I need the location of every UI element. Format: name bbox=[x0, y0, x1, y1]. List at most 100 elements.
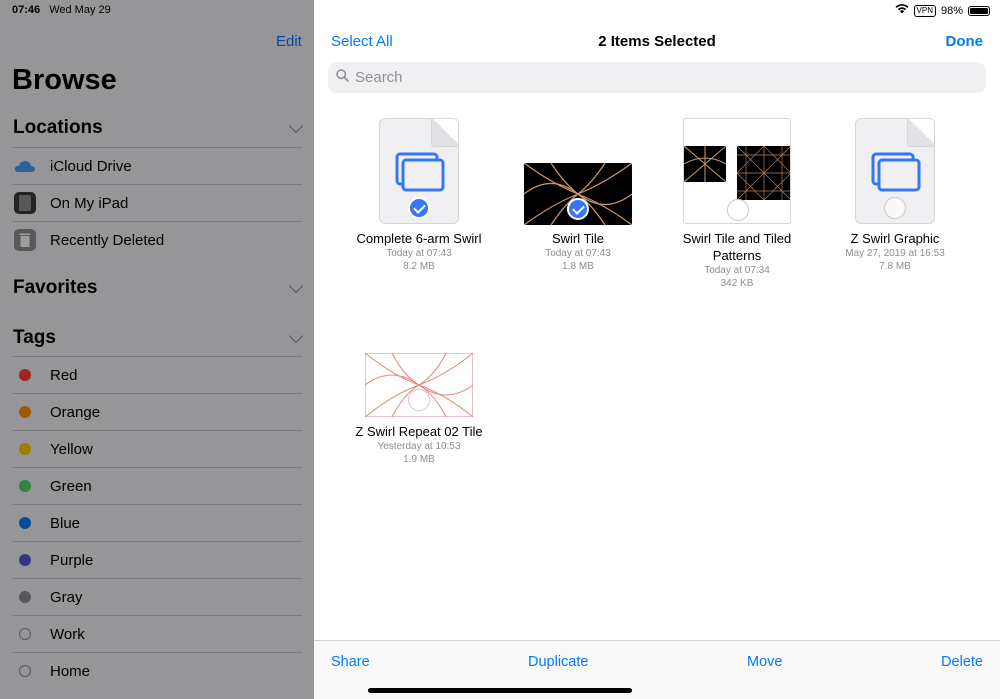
sidebar-tag-work[interactable]: Work bbox=[12, 615, 302, 652]
cloud-icon bbox=[12, 153, 38, 179]
file-size: 7.8 MB bbox=[879, 261, 911, 272]
wifi-icon bbox=[895, 4, 909, 17]
chevron-down-icon[interactable] bbox=[288, 328, 304, 344]
file-size: 1.8 MB bbox=[562, 261, 594, 272]
file-name: Z Swirl Graphic bbox=[850, 231, 940, 246]
selected-check-icon[interactable] bbox=[408, 197, 430, 219]
move-button[interactable]: Move bbox=[747, 654, 782, 670]
keynote-doc-icon bbox=[871, 152, 921, 192]
image-thumbnail-wrap[interactable] bbox=[524, 118, 632, 225]
edit-button[interactable]: Edit bbox=[276, 33, 302, 50]
chevron-down-icon[interactable] bbox=[288, 118, 304, 134]
tag-dot-icon bbox=[19, 554, 31, 566]
file-date: Today at 07:43 bbox=[386, 248, 452, 259]
sidebar-tag-green[interactable]: Green bbox=[12, 467, 302, 504]
status-right: VPN 98% bbox=[895, 4, 990, 17]
sidebar-tag-label: Red bbox=[50, 366, 78, 384]
sidebar-tag-label: Purple bbox=[50, 551, 94, 569]
swirl-tile-image bbox=[684, 146, 726, 182]
unselected-check-icon[interactable] bbox=[408, 389, 430, 411]
document-thumbnail[interactable] bbox=[855, 118, 935, 224]
file-size: 1.9 MB bbox=[403, 454, 435, 465]
ipad-icon bbox=[12, 190, 38, 216]
file-name: Complete 6-arm Swirl bbox=[356, 231, 482, 246]
unselected-check-icon[interactable] bbox=[884, 197, 906, 219]
unselected-check-icon[interactable] bbox=[727, 199, 749, 221]
file-size: 342 KB bbox=[720, 278, 754, 289]
battery-percent: 98% bbox=[940, 4, 963, 17]
sidebar-tag-red[interactable]: Red bbox=[12, 356, 302, 393]
file-name: Swirl Tile and Tiled Patterns bbox=[682, 231, 792, 263]
sidebar-tag-orange[interactable]: Orange bbox=[12, 393, 302, 430]
file-size: 8.2 MB bbox=[403, 261, 435, 272]
file-item[interactable]: Z Swirl Repeat 02 Tile Yesterday at 10:5… bbox=[339, 353, 499, 466]
document-thumbnail[interactable] bbox=[379, 118, 459, 224]
sidebar-item-recently-deleted[interactable]: Recently Deleted bbox=[12, 221, 302, 258]
favorites-header-label: Favorites bbox=[13, 277, 98, 298]
sidebar-item-label: On My iPad bbox=[50, 194, 129, 212]
main-pane: VPN 98% Select All 2 Items Selected Done… bbox=[314, 0, 1000, 699]
duplicate-button[interactable]: Duplicate bbox=[528, 654, 588, 670]
trash-icon bbox=[12, 227, 38, 253]
browse-title: Browse bbox=[12, 64, 117, 96]
tag-dot-icon bbox=[19, 517, 31, 529]
sidebar-tag-label: Yellow bbox=[50, 440, 93, 458]
tags-header[interactable]: Tags bbox=[13, 327, 304, 349]
sidebar-tag-label: Work bbox=[50, 625, 85, 643]
tag-dot-icon bbox=[19, 480, 31, 492]
favorites-header[interactable]: Favorites bbox=[13, 277, 304, 299]
file-date: Today at 07:43 bbox=[545, 248, 611, 259]
sidebar-item-label: Recently Deleted bbox=[50, 231, 165, 249]
tag-dot-icon bbox=[19, 443, 31, 455]
chevron-down-icon[interactable] bbox=[288, 278, 304, 294]
tag-dot-icon bbox=[19, 628, 31, 640]
sidebar-item-icloud-drive[interactable]: iCloud Drive bbox=[12, 147, 302, 184]
file-name: Z Swirl Repeat 02 Tile bbox=[355, 424, 483, 439]
home-indicator[interactable] bbox=[368, 688, 632, 693]
sidebar-tag-label: Orange bbox=[50, 403, 101, 421]
tags-header-label: Tags bbox=[13, 327, 56, 348]
sidebar-tag-yellow[interactable]: Yellow bbox=[12, 430, 302, 467]
share-button[interactable]: Share bbox=[331, 654, 370, 670]
keynote-doc-icon bbox=[395, 152, 445, 192]
tag-dot-icon bbox=[19, 369, 31, 381]
search-bar[interactable] bbox=[328, 62, 986, 93]
search-icon bbox=[336, 68, 349, 87]
search-input[interactable] bbox=[355, 69, 955, 86]
file-item[interactable]: Complete 6-arm Swirl Today at 07:43 8.2 … bbox=[339, 118, 499, 273]
delete-button[interactable]: Delete bbox=[941, 654, 983, 670]
file-item[interactable]: Swirl Tile and Tiled Patterns Today at 0… bbox=[657, 118, 817, 290]
file-item[interactable]: Z Swirl Graphic May 27, 2019 at 16:53 7.… bbox=[815, 118, 975, 273]
sidebar-tag-label: Blue bbox=[50, 514, 81, 532]
sidebar-tag-label: Home bbox=[50, 662, 91, 680]
done-button[interactable]: Done bbox=[946, 33, 984, 50]
sidebar-tag-blue[interactable]: Blue bbox=[12, 504, 302, 541]
file-date: Yesterday at 10:53 bbox=[377, 441, 461, 452]
sidebar-tag-gray[interactable]: Gray bbox=[12, 578, 302, 615]
sidebar-tag-label: Green bbox=[50, 477, 92, 495]
file-name: Swirl Tile bbox=[551, 231, 604, 246]
tag-dot-icon bbox=[19, 591, 31, 603]
sidebar-item-label: iCloud Drive bbox=[50, 157, 132, 175]
image-thumbnail-wrap[interactable] bbox=[683, 118, 791, 224]
tiled-pattern-image bbox=[737, 146, 790, 200]
sidebar: 07:46 Wed May 29 Edit Browse Locations i… bbox=[0, 0, 314, 699]
file-date: Today at 07:34 bbox=[704, 265, 770, 276]
file-item[interactable]: Swirl Tile Today at 07:43 1.8 MB bbox=[498, 118, 658, 273]
locations-header-label: Locations bbox=[13, 117, 103, 138]
image-thumbnail-wrap[interactable] bbox=[365, 353, 473, 417]
battery-icon bbox=[968, 5, 990, 16]
selected-check-icon[interactable] bbox=[567, 198, 589, 220]
sidebar-tag-label: Gray bbox=[50, 588, 83, 606]
sidebar-tag-purple[interactable]: Purple bbox=[12, 541, 302, 578]
status-date: Wed May 29 bbox=[49, 4, 111, 16]
locations-header[interactable]: Locations bbox=[13, 117, 304, 139]
tag-dot-icon bbox=[19, 665, 31, 677]
sidebar-tag-home[interactable]: Home bbox=[12, 652, 302, 689]
selection-title: 2 Items Selected bbox=[598, 33, 716, 50]
file-date: May 27, 2019 at 16:53 bbox=[845, 248, 945, 259]
status-time-date: 07:46 Wed May 29 bbox=[12, 4, 111, 16]
vpn-badge: VPN bbox=[913, 4, 936, 17]
tag-dot-icon bbox=[19, 406, 31, 418]
sidebar-item-on-my-ipad[interactable]: On My iPad bbox=[12, 184, 302, 221]
